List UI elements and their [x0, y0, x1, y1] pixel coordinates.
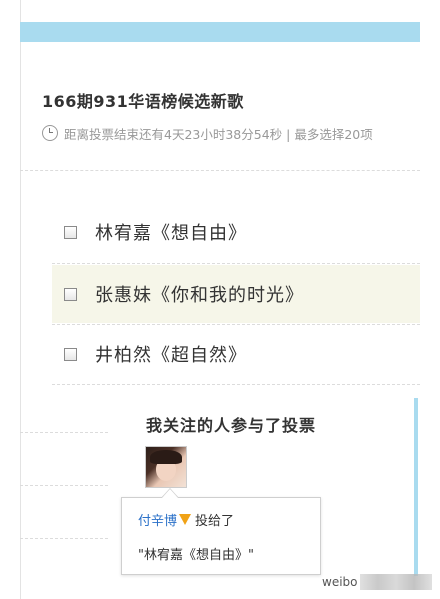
avatar[interactable] [145, 446, 187, 488]
option-label: 井柏然《超自然》 [95, 345, 247, 366]
voter-name-link[interactable]: 付辛博 [138, 510, 177, 529]
divider [20, 170, 420, 171]
option-checkbox[interactable] [64, 287, 77, 301]
poll-title: 166期931华语榜候选新歌 [42, 92, 244, 111]
countdown-text: 距离投票结束还有4天23小时38分54秒 | 最多选择20项 [64, 126, 373, 142]
poll-option[interactable]: 张惠妹《你和我的时光》 [52, 265, 420, 323]
watermark: weibo [322, 575, 358, 589]
vip-v-icon [179, 514, 192, 525]
poll-countdown: 距离投票结束还有4天23小时38分54秒 | 最多选择20项 [42, 124, 373, 142]
following-section-title: 我关注的人参与了投票 [146, 416, 317, 435]
poll-option[interactable]: 林宥嘉《想自由》 [52, 203, 420, 261]
option-checkbox[interactable] [64, 225, 77, 239]
vote-tooltip: 付辛博 投给了 "林宥嘉《想自由》" [121, 497, 321, 575]
clock-icon [42, 125, 58, 141]
scroll-indicator [414, 398, 418, 576]
option-checkbox[interactable] [64, 347, 77, 361]
divider [52, 263, 420, 264]
blurred-watermark [360, 574, 432, 590]
divider [20, 432, 108, 433]
option-label: 张惠妹《你和我的时光》 [95, 285, 304, 306]
tooltip-arrow-inner [162, 489, 178, 498]
poll-option[interactable]: 井柏然《超自然》 [52, 325, 420, 383]
divider [20, 538, 108, 539]
voted-text: 投给了 [195, 514, 235, 529]
voter-line: 付辛博 投给了 [138, 510, 234, 529]
vote-choice: "林宥嘉《想自由》" [138, 548, 254, 563]
divider [52, 384, 420, 385]
divider [20, 485, 108, 486]
poll-header-bar [20, 22, 420, 42]
option-label: 林宥嘉《想自由》 [95, 223, 247, 244]
